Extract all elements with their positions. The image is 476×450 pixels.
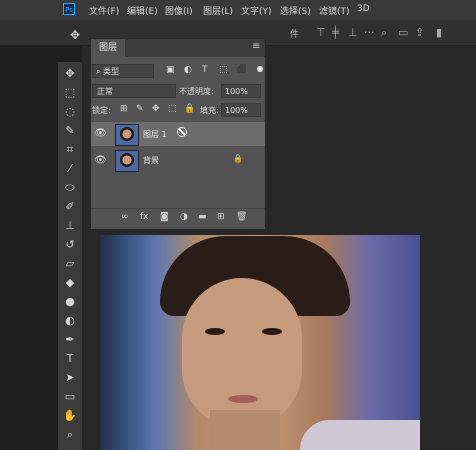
filter-adjustment-icon[interactable]: ◐	[184, 65, 192, 75]
type-tool-icon[interactable]: T	[61, 351, 79, 367]
adjustment-layer-icon[interactable]: ◑	[180, 212, 188, 222]
opacity-label: 不透明度:	[179, 87, 214, 96]
photo-right-eye	[262, 328, 282, 335]
lock-label: 锁定:	[92, 106, 111, 115]
menu-select[interactable]: 选择(S)	[280, 4, 311, 17]
rectangle-tool-icon[interactable]: ▭	[61, 389, 79, 405]
new-layer-icon[interactable]: ⊞	[217, 212, 225, 222]
photo-neck-shape	[210, 410, 280, 450]
gradient-tool-icon[interactable]: ◆	[61, 275, 79, 291]
menu-type[interactable]: 文字(Y)	[241, 4, 272, 17]
filter-pixel-icon[interactable]: ▣	[166, 65, 175, 75]
lock-artboard-icon[interactable]: ⬚	[168, 104, 177, 114]
layer-thumbnail	[115, 150, 139, 172]
search-icon[interactable]: ⌕	[381, 26, 387, 40]
pen-tool-icon[interactable]: ✒	[61, 332, 79, 348]
zoom-tool-icon[interactable]: ⌕	[61, 427, 79, 443]
stamp-tool-icon[interactable]: ⊥	[61, 218, 79, 234]
more-options-icon[interactable]: ···	[364, 26, 375, 39]
blend-mode-select[interactable]: 正常	[92, 84, 176, 98]
panel-toggle-icon[interactable]: ▮	[436, 26, 442, 39]
align-top-icon[interactable]: ⊤	[316, 26, 326, 39]
panel-menu-icon[interactable]: ≡	[252, 41, 260, 52]
move-tool-icon[interactable]: ✥	[61, 66, 79, 82]
hand-tool-icon[interactable]: ✋	[61, 408, 79, 424]
menu-filter[interactable]: 滤镜(T)	[319, 4, 350, 17]
filter-shape-icon[interactable]: ⬚	[219, 65, 228, 75]
fill-label: 填充:	[200, 106, 219, 115]
filter-type-icon[interactable]: T	[202, 65, 208, 75]
lock-transparent-icon[interactable]: ⊞	[120, 104, 128, 114]
menu-layer[interactable]: 图层(L)	[203, 4, 233, 17]
options-bar-label: 件	[290, 30, 300, 40]
history-brush-tool-icon[interactable]: ↺	[61, 237, 79, 253]
layer-name[interactable]: 图层 1	[143, 129, 167, 140]
photo-face-shape	[182, 278, 302, 428]
layer-lock-icon: 🔒	[233, 154, 243, 163]
crop-tool-icon[interactable]: ⌗	[61, 142, 79, 158]
add-mask-icon[interactable]: ◙	[160, 212, 169, 222]
delete-layer-icon[interactable]: 🗑	[236, 212, 247, 222]
align-bottom-icon[interactable]: ⊥	[348, 26, 358, 39]
menu-edit[interactable]: 编辑(E)	[127, 4, 158, 17]
healing-tool-icon[interactable]: ⬭	[61, 180, 79, 196]
lock-image-icon[interactable]: ✎	[136, 104, 144, 114]
fill-field[interactable]: 100%	[221, 103, 261, 117]
dodge-tool-icon[interactable]: ◐	[61, 313, 79, 329]
tab-layers[interactable]: 图层	[91, 39, 125, 57]
quick-select-tool-icon[interactable]: ✎	[61, 123, 79, 139]
prohibited-icon	[177, 127, 187, 137]
opacity-field[interactable]: 100%	[221, 84, 261, 98]
filter-toggle[interactable]	[257, 66, 263, 72]
menu-image[interactable]: 图像(I)	[165, 4, 193, 17]
photo-left-eye	[205, 328, 225, 335]
visibility-eye-icon[interactable]: 👁	[94, 128, 107, 139]
add-style-icon[interactable]: fx	[140, 212, 149, 222]
menu-file[interactable]: 文件(F)	[89, 4, 119, 17]
share-icon[interactable]: ⇪	[415, 26, 424, 39]
workspace-icon[interactable]: ▭	[398, 26, 408, 39]
move-tool-options-icon[interactable]: ✥	[70, 28, 80, 42]
lock-position-icon[interactable]: ✥	[152, 104, 160, 114]
lasso-tool-icon[interactable]: ◌	[61, 104, 79, 120]
eraser-tool-icon[interactable]: ▱	[61, 256, 79, 272]
path-select-tool-icon[interactable]: ➤	[61, 370, 79, 386]
photo-lips	[228, 395, 258, 403]
group-folder-icon[interactable]: ▬	[198, 212, 207, 222]
menu-3d[interactable]: 3D	[357, 4, 370, 14]
visibility-eye-icon[interactable]: 👁	[94, 155, 107, 166]
align-middle-icon[interactable]: ╪	[332, 26, 339, 39]
marquee-tool-icon[interactable]: ⬚	[61, 85, 79, 101]
layer-thumbnail	[115, 124, 139, 146]
brush-tool-icon[interactable]: ✐	[61, 199, 79, 215]
link-layers-icon[interactable]: ∞	[121, 212, 129, 222]
photo-shoulder-shape	[300, 420, 420, 450]
layer-filter-select[interactable]: ⌕ 类型	[92, 64, 154, 78]
photoshop-logo-icon: Ps	[63, 3, 75, 15]
filter-smart-object-icon[interactable]: ⬛	[236, 65, 247, 75]
layer-name[interactable]: 背景	[143, 155, 159, 166]
lock-all-icon[interactable]: 🔒	[184, 104, 195, 114]
eyedropper-tool-icon[interactable]: ⁄	[61, 161, 79, 177]
blur-tool-icon[interactable]: ●	[61, 294, 79, 310]
